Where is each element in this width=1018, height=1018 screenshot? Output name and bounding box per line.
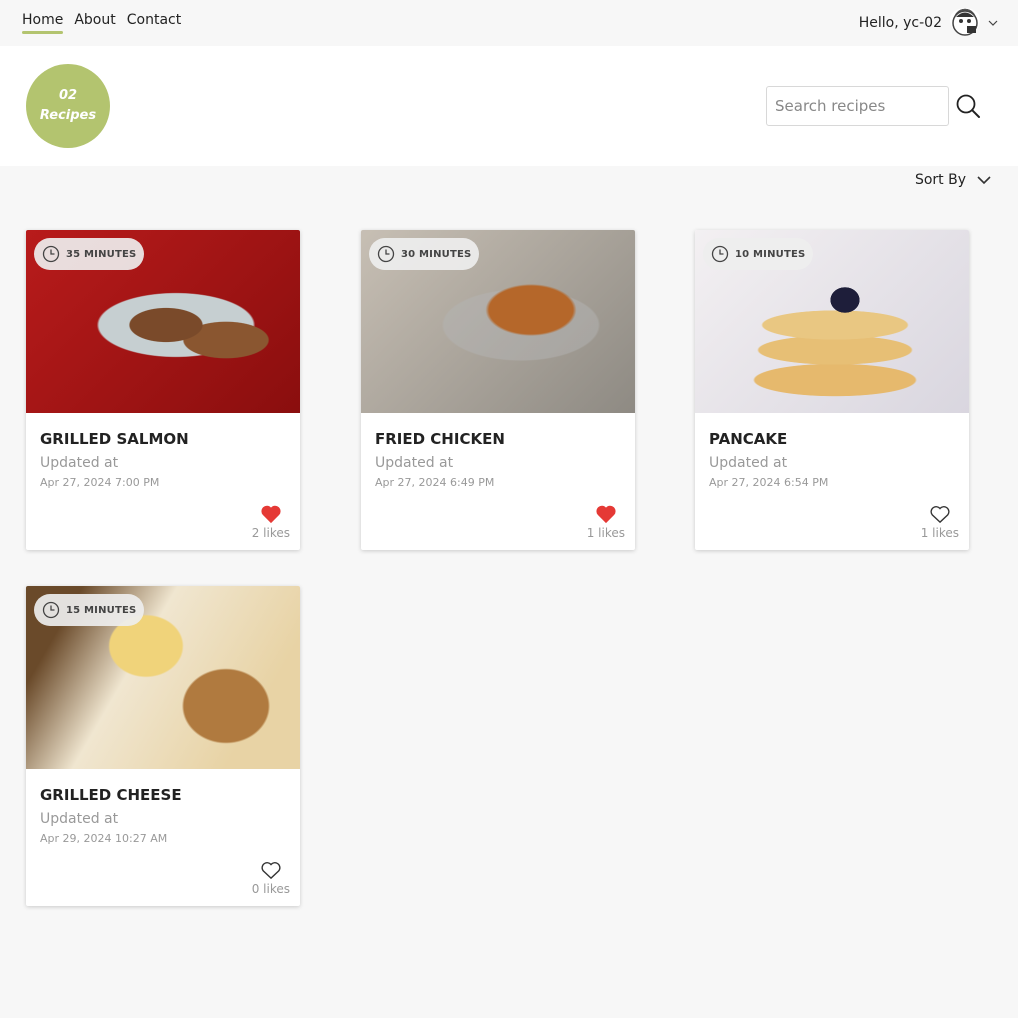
nav-link-about[interactable]: About [74, 12, 115, 32]
like-section: 2 likes [252, 504, 290, 540]
nav-link-home[interactable]: Home [22, 12, 64, 34]
time-badge: 35 MINUTES [34, 238, 145, 270]
updated-date: Apr 29, 2024 10:27 AM [40, 832, 168, 845]
heart-filled-icon[interactable] [595, 504, 617, 524]
heart-outline-icon[interactable] [929, 504, 951, 524]
updated-label: Updated at [40, 811, 119, 827]
user-menu[interactable]: Hello, yc-02 [859, 8, 998, 38]
search-bar [766, 86, 981, 126]
user-greeting: Hello, yc-02 [858, 15, 942, 31]
time-badge: 15 MINUTES [34, 594, 145, 626]
top-navbar: Home About Contact Hello, yc-02 [0, 0, 1018, 46]
clock-icon [42, 601, 60, 619]
like-count: 2 likes [251, 526, 290, 540]
heart-outline-icon[interactable] [260, 860, 282, 880]
sort-dropdown[interactable]: Sort By [915, 172, 992, 188]
like-section: 1 likes [921, 504, 959, 540]
cook-time: 35 MINUTES [66, 248, 137, 260]
recipe-title: GRILLED SALMON [40, 430, 189, 448]
cook-time: 15 MINUTES [66, 604, 137, 616]
recipe-count-badge: 02 Recipes [26, 64, 110, 148]
recipe-card-grilled-salmon[interactable]: 35 MINUTES GRILLED SALMON Updated at Apr… [26, 230, 300, 550]
updated-date: Apr 27, 2024 7:00 PM [40, 476, 160, 489]
recipe-count-label: Recipes [39, 108, 97, 123]
sort-label: Sort By [914, 172, 966, 188]
like-count: 1 likes [920, 526, 959, 540]
header-band: 02 Recipes [0, 46, 1018, 166]
recipe-card-fried-chicken[interactable]: 30 MINUTES FRIED CHICKEN Updated at Apr … [361, 230, 635, 550]
like-section: 1 likes [587, 504, 625, 540]
recipe-image: 15 MINUTES [26, 586, 300, 769]
search-icon[interactable] [955, 93, 981, 119]
like-section: 0 likes [252, 860, 290, 896]
clock-icon [377, 245, 395, 263]
like-count: 1 likes [586, 526, 625, 540]
recipe-image: 30 MINUTES [361, 230, 635, 413]
recipe-card-grilled-cheese[interactable]: 15 MINUTES GRILLED CHEESE Updated at Apr… [26, 586, 300, 906]
cook-time: 30 MINUTES [401, 248, 472, 260]
cook-time: 10 MINUTES [735, 248, 806, 260]
updated-label: Updated at [375, 455, 454, 471]
recipe-title: FRIED CHICKEN [375, 430, 505, 448]
clock-icon [711, 245, 729, 263]
recipe-image: 10 MINUTES [695, 230, 969, 413]
updated-label: Updated at [709, 455, 788, 471]
clock-icon [42, 245, 60, 263]
recipe-image: 35 MINUTES [26, 230, 300, 413]
like-count: 0 likes [251, 882, 290, 896]
time-badge: 30 MINUTES [369, 238, 480, 270]
nav-link-contact[interactable]: Contact [127, 12, 181, 32]
recipe-title: PANCAKE [709, 430, 788, 448]
nav-links: Home About Contact [22, 12, 181, 34]
avatar[interactable] [948, 8, 982, 38]
chevron-down-icon[interactable] [988, 18, 998, 28]
chevron-down-icon [977, 176, 991, 185]
recipe-title: GRILLED CHEESE [40, 786, 182, 804]
updated-label: Updated at [40, 455, 119, 471]
updated-date: Apr 27, 2024 6:49 PM [375, 476, 495, 489]
recipe-card-pancake[interactable]: 10 MINUTES PANCAKE Updated at Apr 27, 20… [695, 230, 969, 550]
heart-filled-icon[interactable] [260, 504, 282, 524]
search-input[interactable] [766, 86, 949, 126]
recipe-count: 02 [58, 88, 78, 103]
time-badge: 10 MINUTES [703, 238, 814, 270]
updated-date: Apr 27, 2024 6:54 PM [709, 476, 829, 489]
avatar-image [952, 10, 978, 36]
